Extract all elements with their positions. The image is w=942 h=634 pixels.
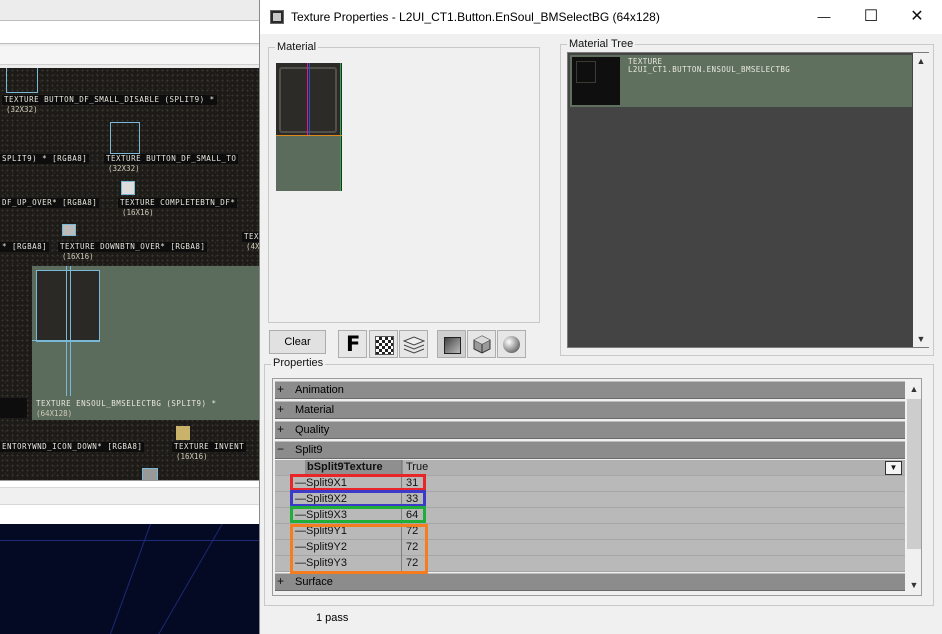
flat-shade-button[interactable]	[437, 330, 466, 358]
maximize-button[interactable]: ☐	[848, 0, 894, 34]
texture-frame	[279, 67, 337, 133]
tree-item-name: L2UI_CT1.BUTTON.ENSOUL_BMSELECTBG	[628, 65, 791, 74]
tile-label: ENTORYWND_ICON_DOWN* [RGBA8]	[0, 442, 145, 452]
selected-tile[interactable]: TEXTURE ENSOUL_BMSELECTBG (SPLIT9) * (64…	[32, 266, 260, 420]
close-button[interactable]: ✕	[894, 0, 940, 34]
status-text: 1 pass	[316, 612, 349, 624]
cube-icon	[473, 335, 491, 359]
category-label: Material	[295, 404, 335, 416]
dark-block	[0, 398, 27, 418]
checker-icon	[375, 336, 394, 355]
font-button[interactable]: F	[338, 330, 367, 358]
sphere-button[interactable]	[497, 330, 526, 358]
category-label: Split9	[295, 444, 323, 456]
tile-size: (16X16)	[122, 208, 154, 217]
tree-vertical-scrollbar[interactable]: ▲ ▼	[913, 53, 929, 347]
layers-icon	[402, 336, 426, 359]
selected-tile-thumbnail	[36, 270, 100, 342]
scroll-up-icon[interactable]: ▲	[906, 381, 921, 397]
sphere-icon	[503, 336, 520, 353]
category-label: Surface	[295, 576, 333, 588]
tile-size: (32X32)	[6, 105, 38, 114]
split-guide-vertical	[70, 266, 71, 396]
editor-viewport[interactable]	[0, 524, 260, 634]
browser-status-area	[0, 480, 260, 525]
material-group-title: Material	[275, 41, 319, 53]
tile-thumbnail[interactable]	[176, 426, 190, 440]
tree-item-thumbnail	[572, 57, 620, 105]
scroll-thumb[interactable]	[907, 399, 921, 549]
tile-label: TEXTURE BUTTON_DF_SMALL_TO	[104, 154, 239, 164]
category-quality[interactable]: + Quality	[275, 421, 905, 439]
window-title: Texture Properties - L2UI_CT1.Button.EnS…	[291, 10, 660, 24]
viewport-grid-line	[0, 540, 260, 541]
expand-icon[interactable]: +	[277, 403, 288, 416]
dropdown-arrow-icon[interactable]: ▼	[885, 461, 902, 475]
texture-browser[interactable]: TEXTURE BUTTON_DF_SMALL_DISABLE (SPLIT9)…	[0, 68, 260, 480]
highlight-split9x1	[290, 474, 426, 491]
tile-label: * [RGBA8]	[0, 242, 50, 252]
material-tree-group-title: Material Tree	[567, 38, 636, 50]
properties-group-title: Properties	[271, 357, 326, 369]
tile-label: TEXTURE BUTTON_DF_SMALL_DISABLE (SPLIT9)…	[2, 95, 217, 105]
tile-size: (32X32)	[108, 164, 140, 173]
editor-address-bar[interactable]	[0, 20, 260, 44]
minimize-button[interactable]: —	[801, 0, 847, 34]
tile-label: TEXTU	[242, 232, 260, 242]
expand-icon[interactable]: +	[277, 575, 288, 588]
category-label: Animation	[295, 384, 344, 396]
tile-size: (64X128)	[36, 409, 73, 418]
tile-size: (16X16)	[176, 452, 208, 461]
tile-thumbnail[interactable]	[121, 181, 135, 195]
app-icon	[270, 10, 284, 24]
tile-label: DF_UP_OVER* [RGBA8]	[0, 198, 100, 208]
tile-thumbnail[interactable]	[110, 122, 140, 154]
tile-label: TEXTURE INVENT	[172, 442, 247, 452]
category-animation[interactable]: + Animation	[275, 381, 905, 399]
layers-button[interactable]	[399, 330, 428, 358]
editor-toolbar	[0, 0, 260, 68]
highlight-split9y	[290, 524, 428, 574]
collapse-icon[interactable]: −	[277, 443, 288, 456]
tile-thumbnail[interactable]	[6, 68, 38, 93]
highlight-split9x3	[290, 506, 426, 523]
properties-vertical-scrollbar[interactable]: ▲ ▼	[906, 379, 921, 595]
tile-label: TEXTURE DOWNBTN_OVER* [RGBA8]	[58, 242, 208, 252]
tree-thumb-frame	[576, 61, 596, 83]
tile-label: TEXTURE ENSOUL_BMSELECTBG (SPLIT9) *	[36, 399, 217, 408]
cube-button[interactable]	[467, 330, 496, 358]
tile-label: SPLIT9) * [RGBA8]	[0, 154, 90, 164]
material-tree[interactable]: TEXTURE L2UI_CT1.BUTTON.ENSOUL_BMSELECTB…	[567, 52, 929, 348]
tile-size: (16X16)	[62, 252, 94, 261]
tile-size: (4X	[246, 242, 260, 251]
texture-lower-area	[276, 136, 340, 191]
split-guide-vertical	[66, 266, 67, 396]
clear-button[interactable]: Clear	[269, 330, 326, 354]
tile-thumbnail[interactable]	[62, 224, 76, 236]
checker-button[interactable]	[369, 330, 398, 358]
tree-item[interactable]: TEXTURE L2UI_CT1.BUTTON.ENSOUL_BMSELECTB…	[570, 55, 912, 107]
split9-x3-guide	[340, 63, 341, 191]
category-split9[interactable]: − Split9	[275, 441, 905, 459]
tile-label: TEXTURE COMPLETEBTN_DF*	[118, 198, 238, 208]
highlight-split9x2	[290, 490, 426, 507]
split-guide-horizontal	[32, 340, 100, 341]
font-icon: F	[346, 332, 361, 356]
scroll-down-icon[interactable]: ▼	[913, 331, 929, 347]
material-preview[interactable]	[276, 63, 342, 191]
expand-icon[interactable]: +	[277, 383, 288, 396]
scroll-down-icon[interactable]: ▼	[906, 577, 921, 593]
category-label: Quality	[295, 424, 330, 436]
property-name: bSplit9Texture	[305, 460, 403, 475]
category-surface[interactable]: + Surface	[275, 573, 905, 591]
tile-thumbnail[interactable]	[142, 468, 158, 480]
title-bar[interactable]: Texture Properties - L2UI_CT1.Button.EnS…	[260, 0, 942, 34]
browser-horizontal-scrollbar[interactable]	[0, 487, 260, 505]
editor-filter-bar[interactable]	[0, 46, 260, 65]
category-material[interactable]: + Material	[275, 401, 905, 419]
scroll-up-icon[interactable]: ▲	[913, 53, 929, 69]
flat-shade-icon	[444, 337, 461, 354]
property-value[interactable]: True	[402, 460, 428, 475]
expand-icon[interactable]: +	[277, 423, 288, 436]
